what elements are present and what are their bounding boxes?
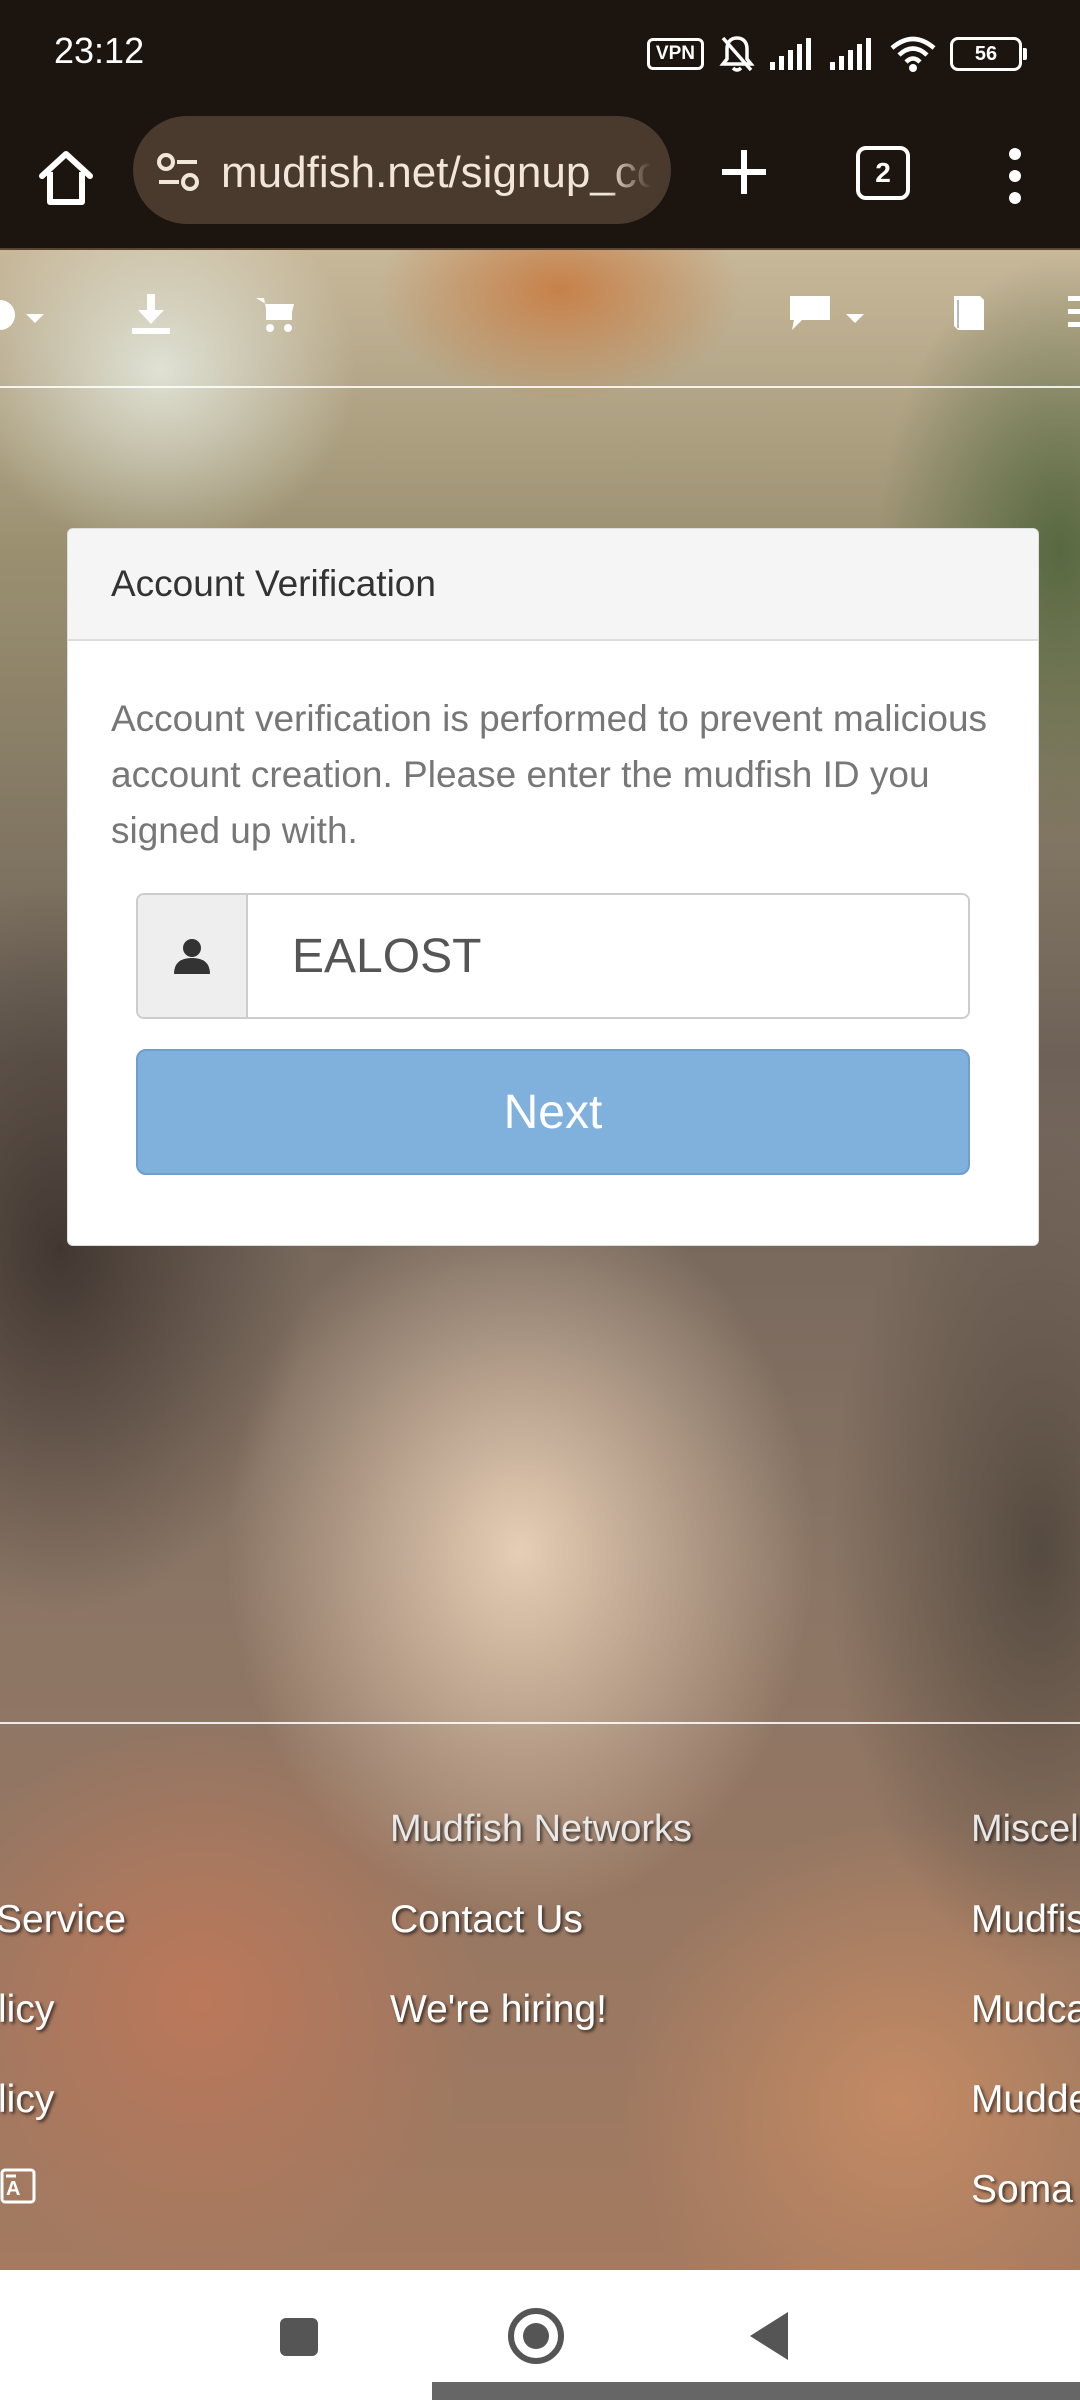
translate-icon[interactable]: A bbox=[0, 2166, 36, 2206]
scroll-indicator bbox=[432, 2382, 1080, 2400]
status-time: 23:12 bbox=[54, 30, 145, 71]
card-description: Account verification is performed to pre… bbox=[111, 698, 988, 851]
menu-icon[interactable] bbox=[1068, 294, 1080, 330]
bell-muted-icon bbox=[719, 36, 755, 72]
back-icon[interactable] bbox=[750, 2312, 788, 2360]
url-text[interactable]: mudfish.net/signup_confirm bbox=[221, 148, 651, 198]
browser-toolbar: mudfish.net/signup_confirm 2 bbox=[0, 108, 1080, 250]
signal-icon-2 bbox=[830, 38, 871, 70]
address-bar[interactable]: mudfish.net/signup_confirm bbox=[133, 116, 671, 224]
mudfish-id-input-group bbox=[136, 893, 970, 1019]
site-settings-icon[interactable] bbox=[155, 148, 203, 196]
footer-heading-misc: Miscel bbox=[971, 1808, 1079, 1850]
tab-switcher-button[interactable]: 2 bbox=[856, 146, 910, 200]
svg-text:A: A bbox=[6, 2178, 20, 2200]
footer-heading-mudfish-networks: Mudfish Networks bbox=[390, 1808, 692, 1850]
new-tab-icon[interactable] bbox=[712, 140, 776, 204]
signal-icon bbox=[770, 38, 811, 70]
system-nav-bar bbox=[0, 2270, 1080, 2400]
home-circle-icon[interactable] bbox=[508, 2308, 564, 2364]
battery-icon: 56 bbox=[950, 37, 1027, 71]
footer-link[interactable]: Mudca bbox=[971, 1988, 1080, 2032]
mudfish-id-field[interactable] bbox=[248, 895, 968, 1017]
recents-icon[interactable] bbox=[280, 2318, 318, 2356]
footer-divider bbox=[0, 1722, 1080, 1724]
card-title: Account Verification bbox=[68, 529, 1038, 641]
page-content: Account Verification Account verificatio… bbox=[0, 250, 1080, 2270]
input-addon bbox=[138, 895, 248, 1017]
chevron-down-icon bbox=[846, 314, 864, 323]
footer-link[interactable]: Service bbox=[0, 1898, 126, 1942]
footer-link[interactable]: Mudde bbox=[971, 2078, 1080, 2122]
footer-link[interactable]: Mudfis bbox=[971, 1898, 1080, 1942]
footer-link-hiring[interactable]: We're hiring! bbox=[390, 1988, 607, 2032]
verification-card: Account Verification Account verificatio… bbox=[67, 528, 1039, 1246]
cart-icon[interactable] bbox=[254, 294, 296, 336]
wifi-icon bbox=[890, 36, 936, 72]
globe-icon[interactable] bbox=[0, 298, 18, 332]
site-nav bbox=[0, 250, 1080, 388]
status-bar: 23:12 VPN 56 bbox=[0, 0, 1080, 108]
user-icon bbox=[174, 939, 210, 974]
chevron-down-icon bbox=[26, 314, 44, 323]
footer-link[interactable]: licy bbox=[0, 2078, 54, 2122]
book-icon[interactable] bbox=[950, 292, 988, 332]
vpn-icon: VPN bbox=[646, 38, 704, 70]
home-icon[interactable] bbox=[30, 142, 102, 214]
status-icons: VPN 56 bbox=[646, 32, 1027, 76]
footer-link[interactable]: Soma bbox=[971, 2168, 1073, 2212]
next-button[interactable]: Next bbox=[136, 1049, 970, 1175]
footer-link[interactable]: licy bbox=[0, 1988, 54, 2032]
comment-icon[interactable] bbox=[788, 294, 832, 334]
overflow-menu-icon[interactable] bbox=[1000, 144, 1030, 208]
download-icon[interactable] bbox=[130, 292, 172, 336]
footer-link-contact-us[interactable]: Contact Us bbox=[390, 1898, 583, 1942]
